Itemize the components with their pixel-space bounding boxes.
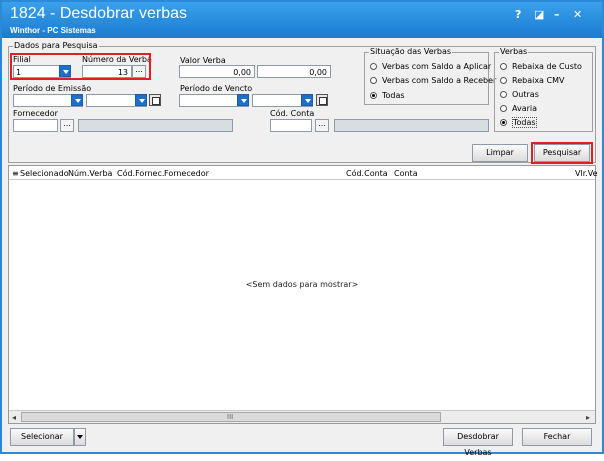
radio-icon — [500, 77, 507, 84]
desdobrar-verbas-button[interactable]: Desdobrar Verbas — [443, 428, 513, 457]
calendar-icon[interactable] — [149, 94, 161, 106]
restore-button[interactable]: ◪ — [534, 8, 544, 21]
column-conta[interactable]: Conta — [394, 169, 418, 178]
situacao-option-aplicar[interactable]: Verbas com Saldo a Aplicar — [370, 62, 491, 71]
verbas-option-rebaixa-custo[interactable]: Rebaixa de Custo — [500, 62, 582, 71]
window-subtitle: Winthor - PC Sistemas — [10, 26, 96, 35]
column-selecionado[interactable]: Selecionado — [20, 169, 69, 178]
selecionar-dropdown-button[interactable] — [74, 428, 86, 446]
verbas-option-outras-label: Outras — [512, 90, 539, 99]
radio-icon — [500, 105, 507, 112]
scroll-grip: III — [227, 413, 234, 421]
radio-icon — [370, 77, 377, 84]
valor-min-value: 0,00 — [233, 68, 251, 77]
chevron-down-icon — [77, 435, 83, 439]
periodo-vencto-label: Período de Vencto — [180, 84, 253, 93]
search-panel-title: Dados para Pesquisa — [13, 41, 99, 50]
empty-grid-message: <Sem dados para mostrar> — [245, 280, 359, 289]
verbas-option-rebaixa-custo-label: Rebaixa de Custo — [512, 62, 582, 71]
fornecedor-name-field — [78, 119, 233, 132]
app-window: 1824 - Desdobrar verbas Winthor - PC Sis… — [0, 0, 604, 457]
horizontal-scrollbar[interactable]: ◂ III ▸ — [9, 410, 595, 423]
verbas-option-todas-label: Todas — [512, 117, 537, 128]
valor-min-input[interactable]: 0,00 — [179, 65, 255, 78]
column-cod-conta[interactable]: Cód.Conta — [346, 169, 388, 178]
radio-icon — [370, 63, 377, 70]
column-fornecedor[interactable]: Fornecedor — [164, 169, 209, 178]
situacao-verbas-title: Situação das Verbas — [369, 47, 453, 56]
fornecedor-label: Fornecedor — [13, 109, 58, 118]
valor-max-input[interactable]: 0,00 — [257, 65, 331, 78]
cod-conta-label: Cód. Conta — [270, 109, 315, 118]
title-bar[interactable]: 1824 - Desdobrar verbas Winthor - PC Sis… — [2, 2, 602, 38]
scroll-left-icon[interactable]: ◂ — [12, 413, 16, 422]
verbas-option-rebaixa-cmv-label: Rebaixa CMV — [512, 76, 565, 85]
situacao-option-receber-label: Verbas com Saldo a Receber — [382, 76, 497, 85]
valor-verba-label: Valor Verba — [180, 56, 226, 65]
column-cod-fornec[interactable]: Cód.Fornec. — [117, 169, 164, 178]
fechar-button[interactable]: Fechar — [522, 428, 592, 446]
periodo-emissao-start-dropdown-icon[interactable] — [71, 94, 83, 106]
situacao-option-todas-label: Todas — [382, 91, 405, 100]
cod-conta-name-field — [334, 119, 489, 132]
minimize-button[interactable]: – — [554, 8, 560, 21]
grid-header: ≡ Selecionado Núm.Verba Cód.Fornec. Forn… — [9, 166, 598, 180]
limpar-button[interactable]: Limpar — [472, 144, 528, 162]
periodo-vencto-start-dropdown-icon[interactable] — [237, 94, 249, 106]
verbas-option-outras[interactable]: Outras — [500, 90, 539, 99]
verbas-option-todas[interactable]: Todas — [500, 117, 537, 128]
valor-max-value: 0,00 — [309, 68, 327, 77]
filial-verba-highlight — [10, 53, 151, 80]
radio-selected-icon — [500, 119, 507, 126]
radio-selected-icon — [370, 92, 377, 99]
cod-conta-search-button[interactable]: ... — [315, 119, 329, 132]
close-button[interactable]: ✕ — [573, 8, 582, 21]
selecionar-button[interactable]: Selecionar — [10, 428, 74, 446]
verbas-option-avaria-label: Avaria — [512, 104, 538, 113]
situacao-option-receber[interactable]: Verbas com Saldo a Receber — [370, 76, 496, 85]
situacao-option-todas[interactable]: Todas — [370, 91, 405, 100]
sort-icon[interactable]: ≡ — [12, 169, 19, 178]
situacao-option-aplicar-label: Verbas com Saldo a Aplicar — [382, 62, 492, 71]
window-title: 1824 - Desdobrar verbas — [10, 5, 187, 22]
fornecedor-code-input[interactable] — [13, 119, 58, 132]
scroll-right-icon[interactable]: ▸ — [586, 413, 590, 422]
verbas-type-title: Verbas — [499, 47, 529, 56]
results-grid[interactable]: ≡ Selecionado Núm.Verba Cód.Fornec. Forn… — [8, 165, 598, 424]
periodo-emissao-end-dropdown-icon[interactable] — [135, 94, 147, 106]
periodo-vencto-end-dropdown-icon[interactable] — [301, 94, 313, 106]
pesquisar-highlight — [531, 142, 593, 164]
verbas-option-avaria[interactable]: Avaria — [500, 104, 537, 113]
cod-conta-code-input[interactable] — [270, 119, 312, 132]
radio-icon — [500, 63, 507, 70]
radio-icon — [500, 91, 507, 98]
scroll-thumb[interactable]: III — [21, 412, 441, 422]
help-button[interactable]: ? — [515, 8, 521, 21]
column-vlr-verba[interactable]: Vlr.Ve — [575, 169, 598, 178]
calendar-icon[interactable] — [316, 94, 328, 106]
verbas-option-rebaixa-cmv[interactable]: Rebaixa CMV — [500, 76, 564, 85]
fornecedor-search-button[interactable]: ... — [60, 119, 74, 132]
periodo-emissao-label: Período de Emissão — [13, 84, 92, 93]
column-num-verba[interactable]: Núm.Verba — [68, 169, 112, 178]
